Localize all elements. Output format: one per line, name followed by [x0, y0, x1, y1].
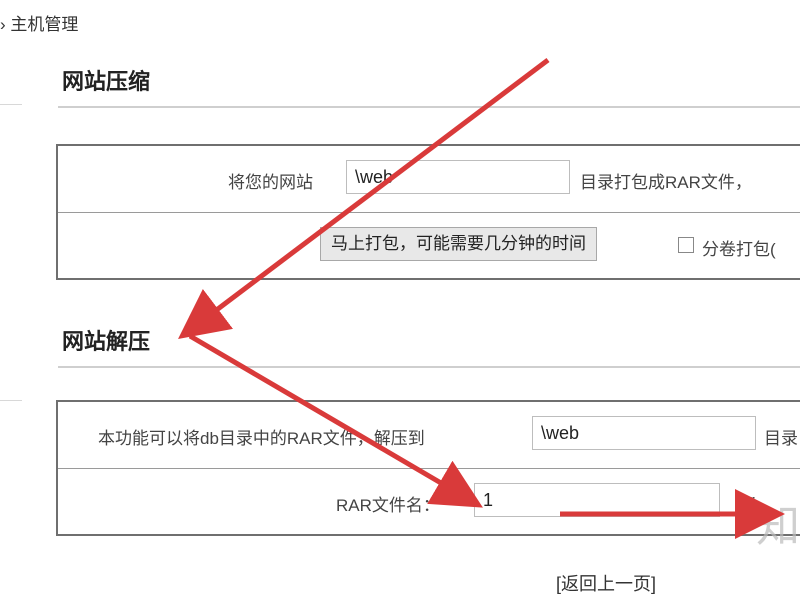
- split-archive-label: 分卷打包(: [702, 240, 776, 259]
- compress-panel: 将您的网站 \web 目录打包成RAR文件， 马上打包，可能需要几分钟的时间 分…: [56, 144, 800, 280]
- extract-desc-label: 本功能可以将db目录中的RAR文件，解压到: [98, 429, 425, 448]
- breadcrumb: › 主机管理: [0, 15, 79, 34]
- sidebar-divider: [0, 400, 22, 401]
- extract-section-rule: [58, 366, 800, 368]
- rar-filename-label: RAR文件名：: [336, 496, 440, 515]
- extract-row-2: RAR文件名： 1 rar: [58, 468, 800, 535]
- back-link[interactable]: [返回上一页]: [556, 570, 656, 596]
- split-archive-checkbox[interactable]: [678, 237, 694, 253]
- extract-panel: 本功能可以将db目录中的RAR文件，解压到 \web 目录 RAR文件名： 1 …: [56, 400, 800, 536]
- extract-target-suffix: 目录: [764, 429, 798, 448]
- compress-section-title: 网站压缩: [62, 69, 151, 94]
- extract-target-input[interactable]: \web: [532, 416, 756, 450]
- compress-dir-input[interactable]: \web: [346, 160, 570, 194]
- extract-row-1: 本功能可以将db目录中的RAR文件，解压到 \web 目录: [58, 402, 800, 468]
- watermark: 知: [756, 501, 800, 552]
- sidebar-divider: [0, 104, 22, 105]
- compress-dir-suffix: 目录打包成RAR文件，: [580, 173, 752, 192]
- rar-extension-label: rar: [734, 491, 755, 510]
- compress-row-1: 将您的网站 \web 目录打包成RAR文件，: [58, 146, 800, 212]
- compress-section-rule: [58, 106, 800, 108]
- rar-filename-input[interactable]: 1: [474, 483, 720, 517]
- compress-row-2: 马上打包，可能需要几分钟的时间 分卷打包(: [58, 212, 800, 279]
- compress-dir-label: 将您的网站: [228, 173, 313, 192]
- extract-section-title: 网站解压: [62, 329, 151, 354]
- pack-now-button[interactable]: 马上打包，可能需要几分钟的时间: [320, 227, 597, 261]
